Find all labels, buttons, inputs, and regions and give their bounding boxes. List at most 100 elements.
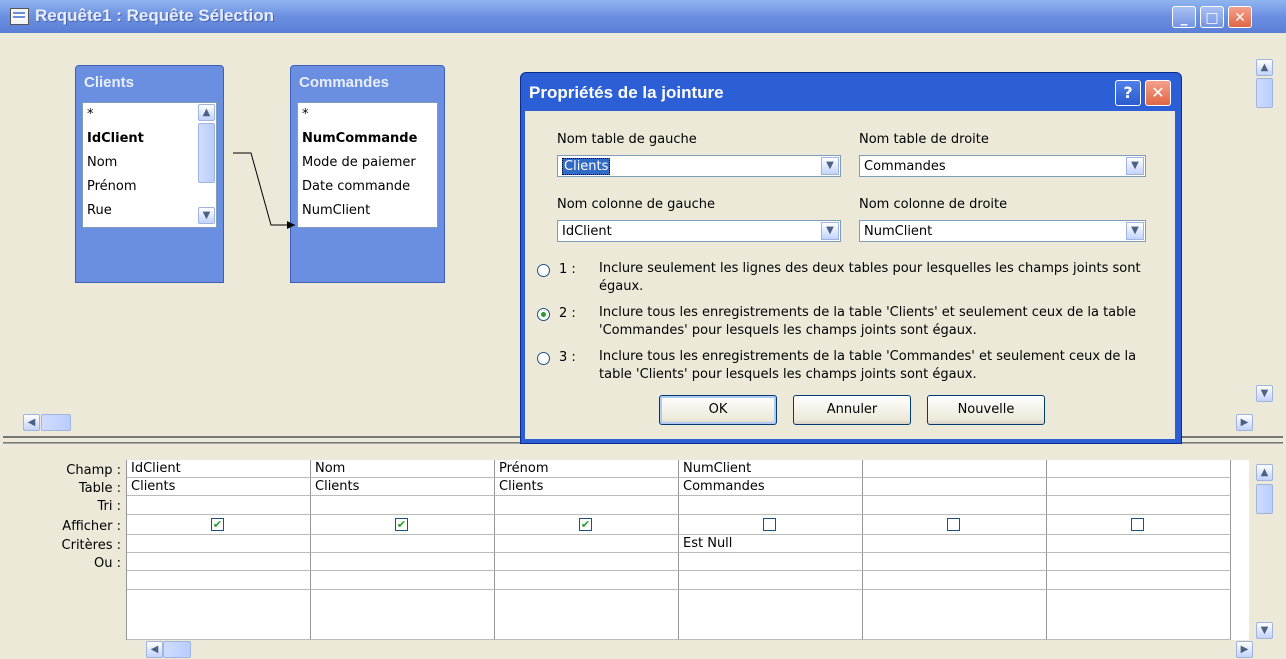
grid-cell-criteres[interactable]: Est Null	[679, 535, 863, 553]
maximize-icon: □	[1205, 10, 1219, 26]
grid-cell-table[interactable]: Clients	[127, 478, 311, 496]
scrollbar-thumb[interactable]	[1256, 78, 1273, 108]
new-join-button[interactable]: Nouvelle	[927, 395, 1045, 425]
show-field-checkbox[interactable]	[1131, 518, 1144, 531]
grid-cell-ou[interactable]	[127, 553, 311, 571]
grid-cell-ou[interactable]	[863, 553, 1047, 571]
dropdown-arrow-icon[interactable]: ▼	[1126, 157, 1144, 175]
grid-cell-tri[interactable]	[311, 496, 495, 515]
grid-cell-table[interactable]: Commandes	[679, 478, 863, 496]
dropdown-arrow-icon[interactable]: ▼	[1126, 222, 1144, 240]
grid-cell-table[interactable]: Clients	[311, 478, 495, 496]
grid-cell-empty[interactable]	[495, 590, 679, 640]
maximize-button[interactable]: □	[1200, 6, 1224, 28]
grid-cell-tri[interactable]	[495, 496, 679, 515]
join-option-1-text[interactable]: Inclure seulement les lignes des deux ta…	[599, 260, 1159, 296]
grid-cell-ou[interactable]	[1047, 553, 1231, 571]
left-table-value: Clients	[562, 158, 611, 175]
grid-cell-empty[interactable]	[311, 571, 495, 590]
join-option-3-radio[interactable]	[537, 352, 550, 365]
row-label-tri: Tri :	[97, 499, 122, 514]
show-field-checkbox[interactable]: ✔	[579, 518, 592, 531]
grid-cell-criteres[interactable]	[311, 535, 495, 553]
grid-cell-ou[interactable]	[311, 553, 495, 571]
grid-cell-criteres[interactable]	[127, 535, 311, 553]
grid-cell-afficher[interactable]: ✔	[127, 515, 311, 535]
dropdown-arrow-icon[interactable]: ▼	[821, 157, 839, 175]
grid-cell-tri[interactable]	[127, 496, 311, 515]
right-table-select[interactable]: Commandes ▼	[859, 155, 1146, 177]
query-window-icon[interactable]	[10, 8, 29, 25]
left-table-select[interactable]: Clients ▼	[557, 155, 841, 177]
grid-cell-criteres[interactable]	[495, 535, 679, 553]
close-button[interactable]: ✕	[1228, 6, 1252, 28]
dropdown-arrow-icon[interactable]: ▼	[821, 222, 839, 240]
grid-cell-tri[interactable]	[679, 496, 863, 515]
scrollbar-thumb[interactable]	[163, 641, 191, 658]
join-option-1-radio[interactable]	[537, 264, 550, 277]
scroll-left-icon[interactable]: ◀	[146, 641, 163, 658]
grid-cell-criteres[interactable]	[1047, 535, 1231, 553]
grid-cell-champ[interactable]	[863, 460, 1047, 478]
grid-cell-table[interactable]	[1047, 478, 1231, 496]
dialog-body: Nom table de gauche Clients ▼ Nom table …	[525, 111, 1175, 439]
grid-cell-champ[interactable]	[1047, 460, 1231, 478]
left-column-select[interactable]: IdClient ▼	[557, 220, 841, 242]
scroll-down-icon[interactable]: ▼	[1256, 385, 1273, 402]
design-grid-pane: Champ : Table : Tri : Afficher : Critère…	[3, 443, 1283, 658]
show-field-checkbox[interactable]	[947, 518, 960, 531]
grid-cell-afficher[interactable]: ✔	[495, 515, 679, 535]
grid-cell-champ[interactable]: IdClient	[127, 460, 311, 478]
scroll-left-icon[interactable]: ◀	[23, 414, 40, 431]
grid-cell-afficher[interactable]	[1047, 515, 1231, 535]
grid-cell-criteres[interactable]	[863, 535, 1047, 553]
scroll-right-icon[interactable]: ▶	[1236, 641, 1253, 658]
grid-cell-empty[interactable]	[127, 571, 311, 590]
cancel-button[interactable]: Annuler	[793, 395, 911, 425]
scroll-up-icon[interactable]: ▲	[1256, 464, 1273, 481]
grid-cell-champ[interactable]: Nom	[311, 460, 495, 478]
grid-cell-empty[interactable]	[863, 571, 1047, 590]
join-option-3-text[interactable]: Inclure tous les enregistrements de la t…	[599, 348, 1159, 384]
show-field-checkbox[interactable]	[763, 518, 776, 531]
grid-cell-champ[interactable]: NumClient	[679, 460, 863, 478]
grid-cell-afficher[interactable]: ✔	[311, 515, 495, 535]
join-option-2-radio[interactable]	[537, 308, 550, 321]
grid-cell-table[interactable]: Clients	[495, 478, 679, 496]
grid-cell-tri[interactable]	[1047, 496, 1231, 515]
show-field-checkbox[interactable]: ✔	[211, 518, 224, 531]
grid-cell-table[interactable]	[863, 478, 1047, 496]
dialog-close-button[interactable]: ✕	[1145, 80, 1171, 106]
right-column-value: NumClient	[864, 224, 933, 239]
grid-cell-empty[interactable]	[679, 571, 863, 590]
query-design-grid[interactable]: IdClient Clients ✔ Nom Clients ✔ Prénom Clients…	[126, 460, 1249, 640]
show-field-checkbox[interactable]: ✔	[395, 518, 408, 531]
ok-button[interactable]: OK	[659, 395, 777, 425]
grid-cell-empty[interactable]	[1047, 590, 1231, 640]
grid-cell-champ[interactable]: Prénom	[495, 460, 679, 478]
scrollbar-thumb[interactable]	[41, 414, 71, 431]
grid-cell-ou[interactable]	[679, 553, 863, 571]
grid-cell-empty[interactable]	[311, 590, 495, 640]
grid-cell-empty[interactable]	[863, 590, 1047, 640]
join-properties-dialog[interactable]: Propriétés de la jointure ? ✕ Nom table …	[520, 72, 1182, 444]
grid-cell-empty[interactable]	[1047, 571, 1231, 590]
window-titlebar[interactable]: Requête1 : Requête Sélection _ □ ✕	[0, 0, 1286, 33]
right-column-select[interactable]: NumClient ▼	[859, 220, 1146, 242]
grid-cell-tri[interactable]	[863, 496, 1047, 515]
scroll-up-icon[interactable]: ▲	[1256, 59, 1273, 76]
grid-cell-ou[interactable]	[495, 553, 679, 571]
join-line[interactable]	[3, 33, 603, 293]
minimize-button[interactable]: _	[1172, 6, 1196, 28]
grid-cell-afficher[interactable]	[679, 515, 863, 535]
join-option-2-number: 2 :	[559, 306, 576, 321]
scroll-down-icon[interactable]: ▼	[1256, 622, 1273, 639]
help-button[interactable]: ?	[1115, 80, 1141, 106]
join-option-2-text[interactable]: Inclure tous les enregistrements de la t…	[599, 304, 1159, 340]
grid-cell-empty[interactable]	[127, 590, 311, 640]
scrollbar-thumb[interactable]	[1256, 484, 1273, 514]
grid-cell-empty[interactable]	[679, 590, 863, 640]
scroll-right-icon[interactable]: ▶	[1236, 414, 1253, 431]
grid-cell-empty[interactable]	[495, 571, 679, 590]
grid-cell-afficher[interactable]	[863, 515, 1047, 535]
